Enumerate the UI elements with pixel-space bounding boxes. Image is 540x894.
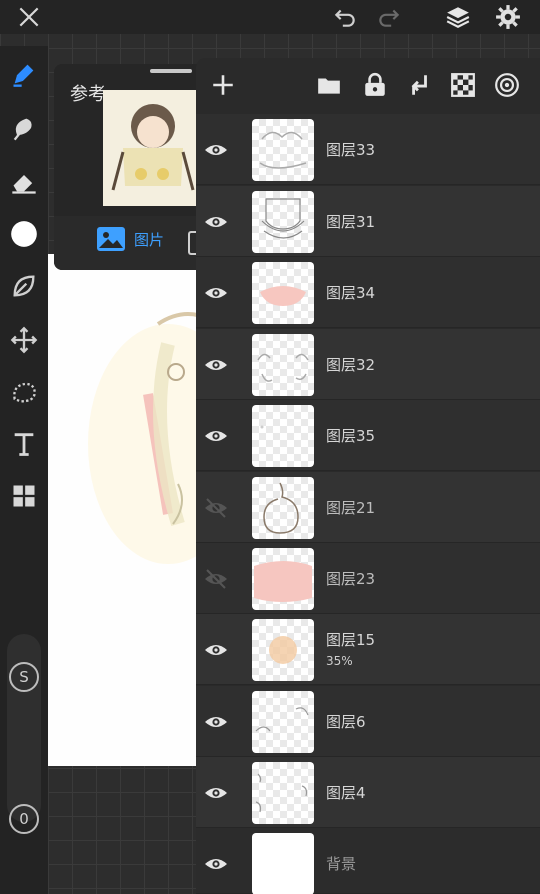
- more-tools-icon[interactable]: [6, 478, 42, 514]
- layer-row[interactable]: 背景: [196, 828, 540, 894]
- layer-row[interactable]: 图层4: [196, 757, 540, 828]
- layer-thumbnail: [252, 334, 314, 396]
- layer-thumbnail: [252, 191, 314, 253]
- smudge-tool-icon[interactable]: [6, 110, 42, 146]
- lasso-icon[interactable]: [6, 374, 42, 410]
- layer-row[interactable]: 图层15 35%: [196, 614, 540, 685]
- left-toolbar: S 0: [0, 46, 48, 894]
- layer-name: 背景: [326, 855, 357, 873]
- layer-row[interactable]: 图层35: [196, 400, 540, 471]
- folder-icon[interactable]: [314, 70, 344, 100]
- layer-name: 图层32: [326, 356, 376, 374]
- eye-off-icon[interactable]: [202, 565, 230, 593]
- text-tool-icon[interactable]: [6, 426, 42, 462]
- layer-thumbnail: [252, 691, 314, 753]
- move-icon[interactable]: [6, 322, 42, 358]
- eye-icon[interactable]: [202, 351, 230, 379]
- eye-off-icon[interactable]: [202, 494, 230, 522]
- redo-icon[interactable]: [374, 2, 404, 32]
- reference-panel-title: 参考: [70, 84, 106, 105]
- lock-icon[interactable]: [360, 70, 390, 100]
- layer-row[interactable]: 图层23: [196, 543, 540, 614]
- undo-icon[interactable]: [330, 2, 360, 32]
- layer-thumbnail: [252, 119, 314, 181]
- eye-icon[interactable]: [202, 636, 230, 664]
- reference-image[interactable]: [103, 90, 198, 206]
- pen-tool-icon[interactable]: [6, 56, 42, 92]
- artwork-sketch: [88, 312, 198, 564]
- checker-icon[interactable]: [448, 70, 478, 100]
- merge-down-icon[interactable]: [404, 70, 434, 100]
- layer-opacity: 35%: [326, 654, 353, 668]
- eye-icon[interactable]: [202, 708, 230, 736]
- plus-icon[interactable]: [208, 70, 238, 100]
- gear-icon[interactable]: [493, 2, 523, 32]
- layer-name: 图层4: [326, 784, 366, 802]
- eye-icon[interactable]: [202, 850, 230, 878]
- eye-icon[interactable]: [202, 422, 230, 450]
- layer-row[interactable]: 图层31: [196, 186, 540, 257]
- layer-thumbnail: [252, 548, 314, 610]
- layer-thumbnail: [252, 405, 314, 467]
- drawing-canvas[interactable]: [48, 254, 198, 766]
- layers-panel: 图层33 图层31 图层34 图层32 图层35 图层21 图层23 图层15 35% 图层6 图层…: [196, 58, 540, 894]
- layer-row[interactable]: 图层34: [196, 257, 540, 328]
- image-tab-label: 图片: [134, 230, 165, 249]
- layer-name: 图层23: [326, 570, 376, 588]
- eye-icon[interactable]: [202, 779, 230, 807]
- layer-row[interactable]: 图层21: [196, 472, 540, 543]
- layer-name: 图层15: [326, 631, 376, 649]
- layers-toolbar: [196, 58, 540, 112]
- image-tab[interactable]: 图片: [96, 226, 164, 252]
- top-bar: [0, 0, 540, 34]
- layer-row[interactable]: 图层6: [196, 686, 540, 757]
- eye-icon[interactable]: [202, 136, 230, 164]
- layer-thumbnail: [252, 833, 314, 894]
- reference-panel: 参考 图片: [54, 64, 204, 270]
- layer-thumbnail: [252, 477, 314, 539]
- close-icon[interactable]: [14, 2, 44, 32]
- leaf-icon[interactable]: [6, 268, 42, 304]
- layer-thumbnail: [252, 762, 314, 824]
- layer-name: 图层21: [326, 499, 376, 517]
- eye-icon[interactable]: [202, 279, 230, 307]
- layer-row[interactable]: 图层32: [196, 329, 540, 400]
- layer-name: 图层6: [326, 713, 366, 731]
- panel-drag-handle[interactable]: [150, 69, 192, 73]
- layer-name: 图层33: [326, 141, 376, 159]
- layer-row[interactable]: 图层33: [196, 114, 540, 185]
- eye-icon[interactable]: [202, 208, 230, 236]
- opacity-indicator[interactable]: 0: [9, 804, 39, 834]
- target-icon[interactable]: [492, 70, 522, 100]
- layer-name: 图层34: [326, 284, 376, 302]
- eraser-icon[interactable]: [6, 164, 42, 200]
- color-swatch[interactable]: [6, 216, 42, 252]
- layer-name: 图层31: [326, 213, 376, 231]
- layer-name: 图层35: [326, 427, 376, 445]
- layer-thumbnail: [252, 262, 314, 324]
- brush-size-indicator[interactable]: S: [9, 662, 39, 692]
- layer-thumbnail: [252, 619, 314, 681]
- image-icon: [97, 227, 125, 251]
- layers-icon[interactable]: [443, 2, 473, 32]
